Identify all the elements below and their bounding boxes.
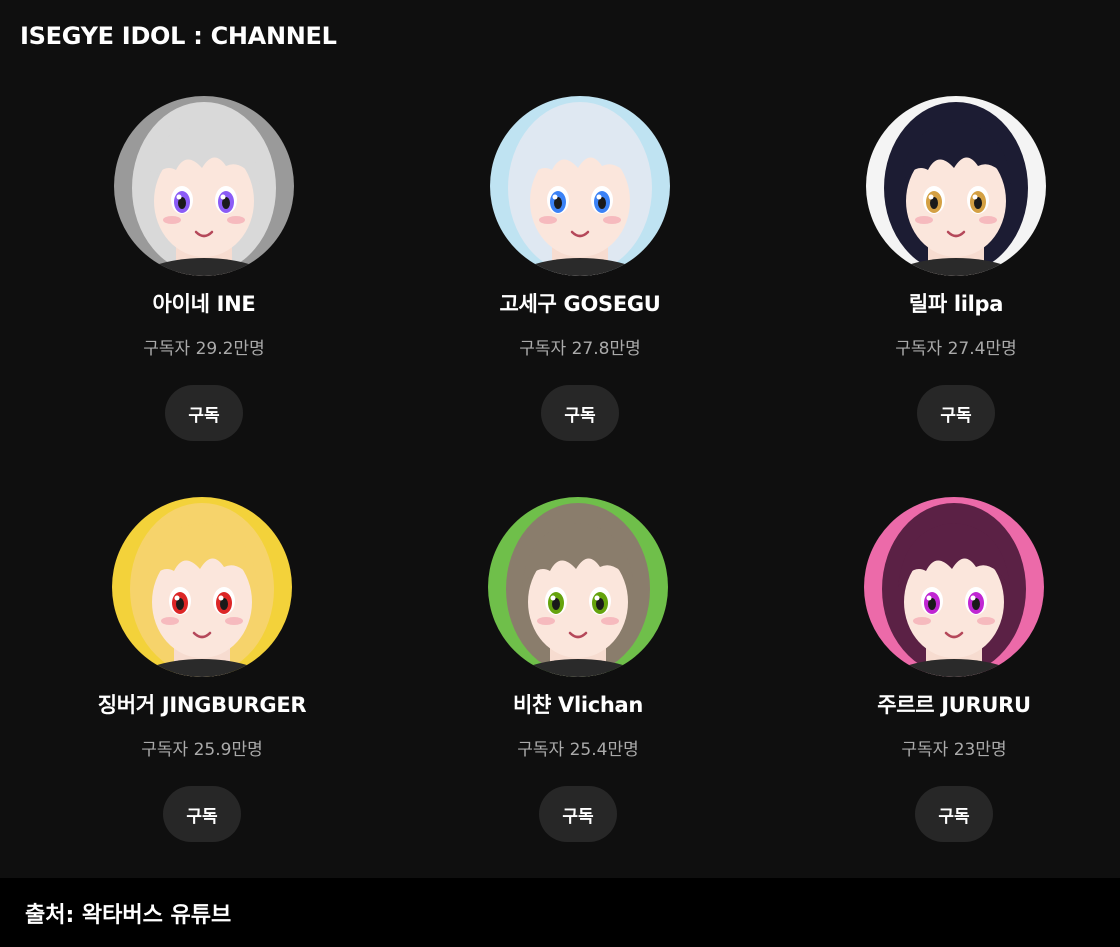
channel-name[interactable]: 릴파 lilpa [909, 288, 1004, 318]
channel-avatar[interactable] [114, 96, 294, 276]
avatar-gosegu-icon [490, 96, 670, 276]
channel-card-viichan: 비챤 Vlichan 구독자 25.4만명 구독 [390, 497, 766, 857]
subscribe-button[interactable]: 구독 [163, 786, 241, 842]
channel-name[interactable]: 고세구 GOSEGU [499, 288, 660, 318]
channel-avatar[interactable] [864, 497, 1044, 677]
channel-name[interactable]: 비챤 Vlichan [513, 689, 643, 719]
subscriber-count: 구독자 27.4만명 [895, 339, 1017, 359]
subscriber-count: 구독자 27.8만명 [519, 339, 641, 359]
avatar-lilpa-icon [866, 96, 1046, 276]
channel-name[interactable]: 징버거 JINGBURGER [98, 689, 307, 719]
avatar-jururu-icon [864, 497, 1044, 677]
subscriber-count: 구독자 23만명 [901, 740, 1007, 760]
subscribe-button[interactable]: 구독 [541, 385, 619, 441]
channel-avatar[interactable] [490, 96, 670, 276]
avatar-ine-icon [114, 96, 294, 276]
source-credit: 출처: 왁타버스 유튜브 [25, 902, 232, 928]
channel-card-lilpa: 릴파 lilpa 구독자 27.4만명 구독 [768, 96, 1120, 456]
subscribe-button[interactable]: 구독 [917, 385, 995, 441]
avatar-jingburger-icon [112, 497, 292, 677]
avatar-viichan-icon [488, 497, 668, 677]
subscriber-count: 구독자 29.2만명 [143, 339, 265, 359]
channel-avatar[interactable] [866, 96, 1046, 276]
channel-card-jingburger: 징버거 JINGBURGER 구독자 25.9만명 구독 [14, 497, 390, 857]
channel-card-ine: 아이네 INE 구독자 29.2만명 구독 [16, 96, 392, 456]
subscribe-button[interactable]: 구독 [165, 385, 243, 441]
channel-name[interactable]: 주르르 JURURU [877, 689, 1031, 719]
channel-card-gosegu: 고세구 GOSEGU 구독자 27.8만명 구독 [392, 96, 768, 456]
channel-name[interactable]: 아이네 INE [153, 288, 256, 318]
subscribe-button[interactable]: 구독 [915, 786, 993, 842]
channel-avatar[interactable] [488, 497, 668, 677]
channel-card-jururu: 주르르 JURURU 구독자 23만명 구독 [766, 497, 1120, 857]
subscribe-button[interactable]: 구독 [539, 786, 617, 842]
subscriber-count: 구독자 25.4만명 [517, 740, 639, 760]
channel-grid: 아이네 INE 구독자 29.2만명 구독 고세구 GOSEGU 구독자 27.… [0, 0, 1120, 878]
subscriber-count: 구독자 25.9만명 [141, 740, 263, 760]
source-footer: 출처: 왁타버스 유튜브 [0, 878, 1120, 947]
channel-avatar[interactable] [112, 497, 292, 677]
